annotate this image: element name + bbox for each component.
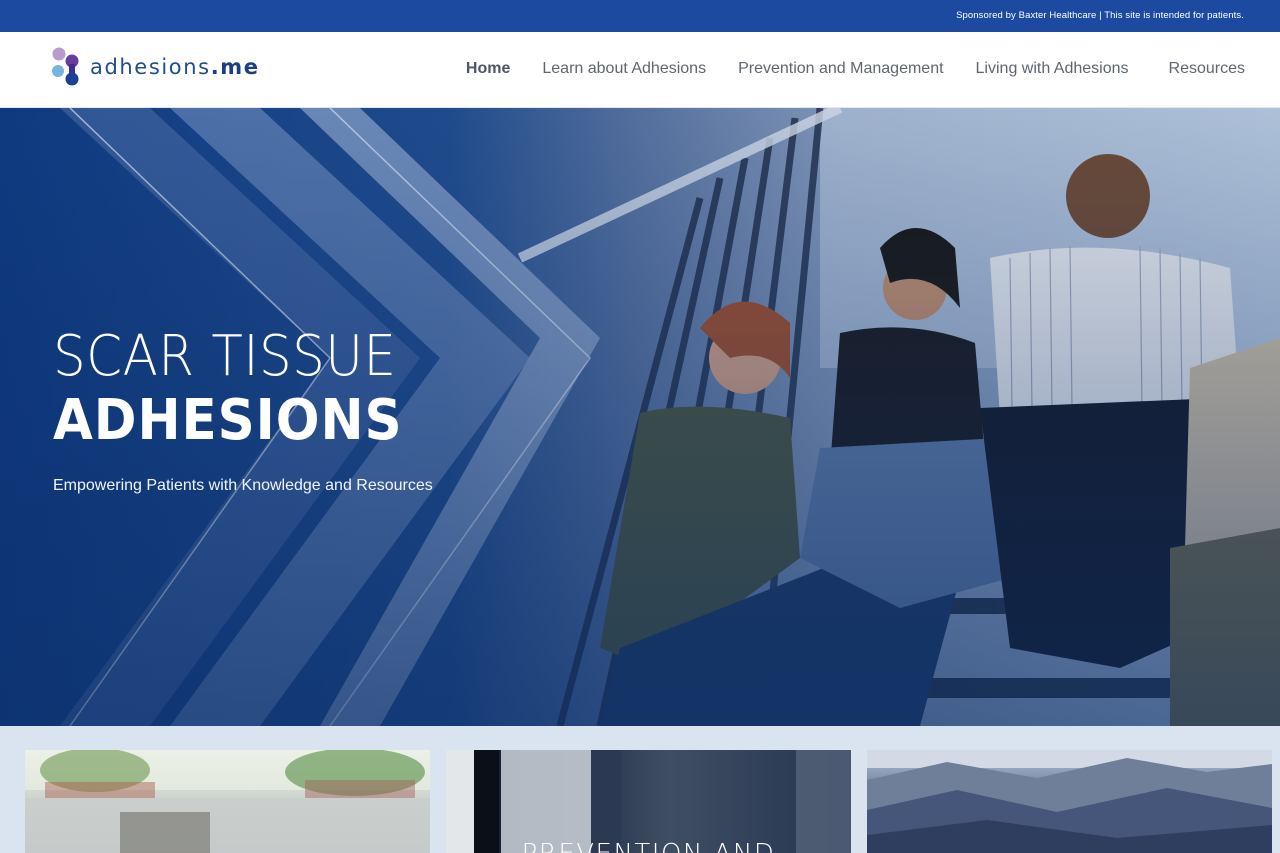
mountain-landscape-photo bbox=[867, 750, 1272, 853]
main-nav: Home Learn about Adhesions Prevention an… bbox=[434, 60, 1245, 78]
nav-living-with-adhesions[interactable]: Living with Adhesions bbox=[976, 60, 1129, 78]
feature-card-1[interactable] bbox=[25, 750, 430, 853]
site-header: adhesions.me Home Learn about Adhesions … bbox=[0, 32, 1280, 108]
sponsor-text: Sponsored by Baxter Healthcare | This si… bbox=[956, 10, 1244, 21]
hero-title-line1: SCAR TISSUE bbox=[53, 324, 397, 389]
nav-resources[interactable]: Resources bbox=[1169, 60, 1245, 78]
nav-prevention-and-management[interactable]: Prevention and Management bbox=[738, 60, 943, 78]
logo-tld: .me bbox=[210, 55, 260, 79]
adhesions-molecule-logo-icon bbox=[52, 47, 79, 86]
feature-card-2[interactable]: PREVENTION AND bbox=[446, 750, 851, 853]
logo-wordmark: adhesions.me bbox=[90, 55, 260, 79]
feature-card-3[interactable] bbox=[867, 750, 1272, 853]
blurred-park-scene-photo bbox=[25, 750, 430, 853]
sponsor-bar: Sponsored by Baxter Healthcare | This si… bbox=[0, 0, 1280, 32]
site-logo[interactable]: adhesions.me bbox=[50, 46, 258, 90]
hero-banner: SCAR TISSUE ADHESIONS Empowering Patient… bbox=[0, 108, 1280, 726]
nav-home[interactable]: Home bbox=[466, 60, 510, 78]
feature-card-2-title: PREVENTION AND bbox=[446, 839, 851, 853]
hero-subtitle: Empowering Patients with Knowledge and R… bbox=[53, 477, 433, 494]
logo-name: adhesions bbox=[90, 55, 211, 79]
nav-learn-about-adhesions[interactable]: Learn about Adhesions bbox=[542, 60, 706, 78]
dark-interior-photo bbox=[446, 750, 851, 853]
hero-title-line2: ADHESIONS bbox=[53, 388, 403, 453]
